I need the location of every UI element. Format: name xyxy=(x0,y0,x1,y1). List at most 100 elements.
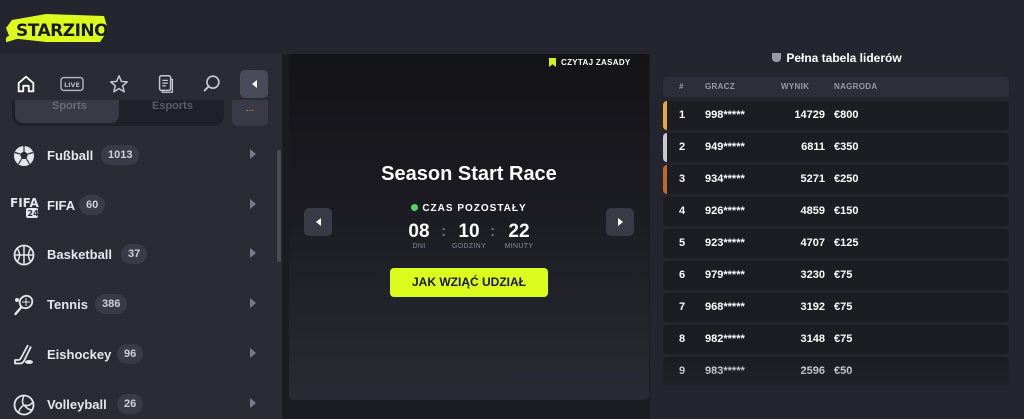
sport-count-badge: 26 xyxy=(117,394,144,414)
read-rules-link[interactable]: CZYTAJ ZASADY xyxy=(549,58,631,67)
starzino-logo[interactable]: STARZINO xyxy=(0,8,110,48)
score-cell: 4859 xyxy=(800,205,825,217)
sport-item-volleyball[interactable]: Volleyball 26 xyxy=(0,385,282,419)
score-cell: 14729 xyxy=(794,109,825,121)
chevron-right-icon xyxy=(250,348,256,358)
sport-name: Volleyball xyxy=(47,397,107,412)
prize-cell: €75 xyxy=(834,333,853,345)
segment-more[interactable]: ... xyxy=(232,100,268,126)
rank-accent xyxy=(663,325,667,354)
prize-cell: €75 xyxy=(834,269,853,281)
football-icon xyxy=(14,146,34,166)
player-cell: 982***** xyxy=(705,333,745,345)
leaderboard-row: 6 979***** 3230 €75 xyxy=(663,261,1009,290)
prize-cell: €50 xyxy=(834,365,853,377)
sport-name: Eishockey xyxy=(47,347,112,362)
rank-accent xyxy=(663,165,667,194)
sidebar: LIVE Sports Esports ... Fußball 1013 FIF… xyxy=(0,54,282,419)
segment-sports[interactable]: Sports xyxy=(52,100,87,112)
chevron-right-icon xyxy=(250,248,256,258)
score-cell: 5271 xyxy=(800,173,825,185)
sport-name: Basketball xyxy=(47,247,113,262)
hockey-icon xyxy=(14,344,33,365)
leaderboard-row: 7 968***** 3192 €75 xyxy=(663,293,1009,322)
prize-cell: €75 xyxy=(834,301,853,313)
leaderboard-title-text: Pełna tabela liderów xyxy=(786,51,902,65)
how-to-join-button[interactable]: JAK WZIĄĆ UDZIAŁ xyxy=(390,268,548,297)
leaderboard-row: 8 982***** 3148 €75 xyxy=(663,325,1009,354)
leaderboard-row: 4 926***** 4859 €150 xyxy=(663,197,1009,226)
sport-count-badge: 1013 xyxy=(101,145,140,165)
rank-cell: 3 xyxy=(679,173,686,185)
chevron-left-icon xyxy=(251,80,257,88)
player-cell: 926***** xyxy=(705,205,745,217)
next-race-button[interactable] xyxy=(606,208,634,236)
sport-item-basketball[interactable]: Basketball 37 xyxy=(0,235,282,275)
chevron-right-icon xyxy=(250,149,256,159)
star-icon[interactable] xyxy=(103,68,135,100)
leaderboard-title[interactable]: Pełna tabela liderów xyxy=(650,51,1024,65)
prev-race-button[interactable] xyxy=(304,208,332,236)
score-cell: 3148 xyxy=(800,333,825,345)
home-icon[interactable] xyxy=(10,68,42,100)
countdown-hours: 10 xyxy=(458,221,480,242)
col-rank: # xyxy=(679,82,684,91)
live-label: LIVE xyxy=(64,81,80,89)
sport-item-football[interactable]: Fußball 1013 xyxy=(0,136,282,176)
rank-cell: 7 xyxy=(679,301,686,313)
volleyball-icon xyxy=(13,394,35,416)
basketball-icon xyxy=(13,244,35,266)
rank-accent xyxy=(663,357,667,386)
chevron-left-icon xyxy=(315,218,321,226)
search-icon[interactable] xyxy=(196,68,228,100)
rank-cell: 6 xyxy=(679,269,686,281)
countdown-minutes-label: MINUTY xyxy=(504,243,534,250)
segment-esports[interactable]: Esports xyxy=(152,100,193,112)
collapse-sidebar-button[interactable] xyxy=(240,70,268,98)
sport-item-fifa[interactable]: FIFA 24 FIFA 60 xyxy=(0,186,282,226)
col-player: GRACZ xyxy=(705,82,735,91)
live-icon[interactable]: LIVE xyxy=(56,68,88,100)
player-cell: 998***** xyxy=(705,109,745,121)
prize-cell: €150 xyxy=(834,205,859,217)
sport-name: FIFA xyxy=(47,198,76,213)
svg-text:FIFA: FIFA xyxy=(10,196,39,210)
leaderboard-row: 1 998***** 14729 €800 xyxy=(663,101,1009,130)
countdown-separator: : xyxy=(490,223,496,240)
logo-text: STARZINO xyxy=(16,21,109,41)
chevron-right-icon xyxy=(617,218,623,226)
sidebar-scrollbar[interactable] xyxy=(277,150,281,262)
player-cell: 968***** xyxy=(705,301,745,313)
rank-cell: 1 xyxy=(679,109,686,121)
bookmark-icon xyxy=(549,58,556,67)
rank-accent xyxy=(663,229,667,258)
chevron-right-icon xyxy=(250,398,256,408)
rank-accent xyxy=(663,293,667,322)
top-bar: STARZINO xyxy=(0,0,1024,54)
chevron-right-icon xyxy=(250,199,256,209)
player-cell: 979***** xyxy=(705,269,745,281)
sport-name: Fußball xyxy=(47,148,94,163)
leaderboard-row: 5 923***** 4707 €125 xyxy=(663,229,1009,258)
rank-accent xyxy=(663,101,667,130)
rank-accent xyxy=(663,133,667,162)
countdown-minutes: 22 xyxy=(508,221,530,242)
player-cell: 934***** xyxy=(705,173,745,185)
sport-count-badge: 96 xyxy=(117,344,144,364)
leaderboard-row: 3 934***** 5271 €250 xyxy=(663,165,1009,194)
leaderboard-header: # GRACZ WYNIK NAGRODA xyxy=(663,77,1009,97)
sports-esports-toggle: Sports Esports xyxy=(12,100,224,126)
score-cell: 4707 xyxy=(800,237,825,249)
countdown-separator: : xyxy=(441,223,447,240)
leaderboard-row: 2 949***** 6811 €350 xyxy=(663,133,1009,162)
player-cell: 983***** xyxy=(705,365,745,377)
rank-cell: 4 xyxy=(679,205,686,217)
score-cell: 3192 xyxy=(800,301,825,313)
sport-item-hockey[interactable]: Eishockey 96 xyxy=(0,335,282,375)
time-remaining-text: CZAS POZOSTAŁY xyxy=(422,203,527,214)
fifa-icon: FIFA24 xyxy=(10,196,39,218)
sport-item-tennis[interactable]: Tennis 386 xyxy=(0,285,282,325)
race-title: Season Start Race xyxy=(381,163,557,185)
betslip-icon[interactable] xyxy=(150,68,182,100)
sport-count-badge: 60 xyxy=(79,195,106,215)
